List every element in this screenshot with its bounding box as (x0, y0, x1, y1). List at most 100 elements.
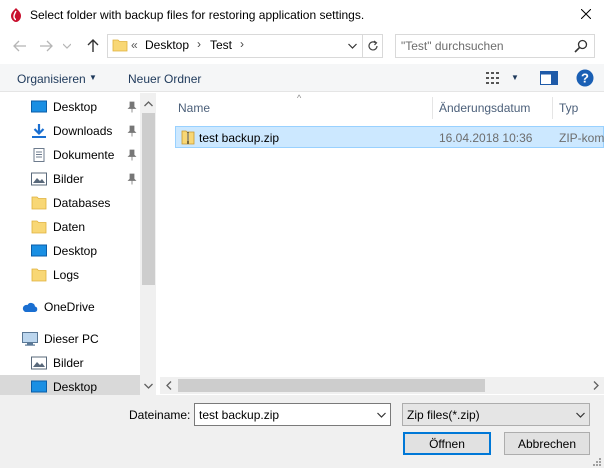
arrow-up-icon (87, 39, 99, 52)
chevron-down-icon (347, 43, 357, 49)
nav-item-pictures-quick[interactable]: Bilder (0, 167, 140, 191)
scroll-right-button[interactable] (588, 377, 604, 393)
nav-item-label: Bilder (53, 172, 84, 186)
scroll-down-button[interactable] (140, 378, 156, 394)
forward-button[interactable] (35, 35, 57, 57)
file-type-selected: Zip files(*.zip) (407, 408, 480, 422)
chevron-down-icon (63, 43, 71, 49)
cloud-icon (22, 302, 38, 312)
column-divider[interactable] (432, 97, 433, 119)
organize-menu-button[interactable]: Organisieren (17, 72, 86, 86)
pictures-icon (31, 356, 47, 370)
arrow-right-icon (40, 40, 53, 52)
address-overflow[interactable]: « (131, 38, 138, 52)
nav-item-label: Desktop (53, 100, 98, 114)
file-name: test backup.zip (199, 131, 280, 145)
nav-item-label: Downloads (53, 124, 113, 138)
computer-icon (22, 332, 38, 346)
nav-item-logs[interactable]: Logs (0, 263, 140, 287)
close-icon (581, 9, 591, 19)
back-button[interactable] (9, 35, 31, 57)
scroll-left-button[interactable] (161, 377, 177, 393)
chevron-down-icon (377, 412, 386, 418)
nav-item-onedrive[interactable]: OneDrive (0, 295, 140, 319)
nav-item-label: Logs (53, 268, 80, 282)
pin-icon[interactable] (127, 101, 137, 113)
chevron-down-icon (143, 383, 153, 389)
recent-locations-button[interactable] (60, 35, 74, 57)
navigation-pane: Desktop Downloads Dokumente Bilder Datab… (0, 93, 156, 395)
address-dropdown-button[interactable] (343, 35, 361, 57)
caret-down-icon: ▼ (89, 73, 97, 82)
file-type-dropdown-button[interactable] (572, 404, 589, 425)
nav-item-desktop-quick[interactable]: Desktop (0, 95, 140, 119)
app-logo-icon (11, 8, 21, 22)
file-list-h-scroll-thumb[interactable] (178, 379, 485, 392)
folder-icon (31, 196, 47, 210)
nav-item-pictures-pc[interactable]: Bilder (0, 351, 140, 375)
column-header-type[interactable]: Typ (559, 101, 578, 115)
sort-indicator-icon: ^ (297, 93, 302, 103)
zip-folder-icon (181, 130, 195, 145)
pin-icon[interactable] (127, 125, 137, 137)
nav-item-databases[interactable]: Databases (0, 191, 140, 215)
desktop-icon (31, 100, 47, 113)
nav-item-label: OneDrive (44, 300, 95, 314)
scroll-up-button[interactable] (140, 96, 156, 112)
column-header-name[interactable]: Name (178, 101, 210, 115)
nav-item-documents[interactable]: Dokumente (0, 143, 140, 167)
nav-item-daten[interactable]: Daten (0, 215, 140, 239)
preview-pane-icon[interactable] (540, 71, 558, 85)
address-separator[interactable]: › (197, 37, 201, 51)
close-button[interactable] (568, 0, 604, 28)
filename-dropdown-button[interactable] (373, 404, 390, 425)
arrow-left-icon (13, 40, 26, 52)
column-divider[interactable] (552, 97, 553, 119)
nav-item-label: Desktop (53, 380, 98, 394)
new-folder-button[interactable]: Neuer Ordner (128, 72, 201, 86)
column-header-date[interactable]: Änderungsdatum (439, 101, 530, 115)
file-date: 16.04.2018 10:36 (439, 131, 533, 145)
folder-icon (31, 268, 47, 282)
chevron-right-icon (593, 380, 599, 390)
address-segment-desktop[interactable]: Desktop (145, 38, 189, 52)
chevron-left-icon (166, 380, 172, 390)
view-options-icon[interactable] (486, 72, 502, 84)
nav-item-label: Dieser PC (44, 332, 99, 346)
nav-item-downloads[interactable]: Downloads (0, 119, 140, 143)
search-icon[interactable] (574, 39, 588, 53)
file-type: ZIP-komprimierter Ordner (559, 131, 604, 145)
filename-input[interactable] (194, 403, 391, 426)
up-button[interactable] (82, 35, 104, 57)
svg-text:?: ? (581, 71, 589, 86)
folder-icon (112, 39, 128, 52)
search-placeholder: "Test" durchsuchen (401, 39, 504, 53)
pin-icon[interactable] (127, 173, 137, 185)
chevron-down-icon (576, 412, 585, 418)
help-icon[interactable]: ? (576, 69, 594, 87)
chevron-up-icon (143, 101, 153, 107)
caret-down-icon[interactable]: ▼ (511, 73, 519, 82)
cancel-button[interactable]: Abbrechen (504, 432, 590, 455)
pictures-icon (31, 172, 47, 186)
nav-item-desktop-pc[interactable]: Desktop (0, 375, 140, 395)
folder-icon (31, 220, 47, 234)
nav-item-label: Dokumente (53, 148, 115, 162)
open-button[interactable]: Öffnen (403, 432, 491, 455)
nav-pane-scroll-thumb[interactable] (142, 113, 155, 285)
window-title: Select folder with backup files for rest… (30, 8, 365, 22)
address-separator[interactable]: › (240, 37, 244, 51)
resize-grip-icon[interactable] (590, 455, 602, 467)
nav-item-label: Daten (53, 220, 86, 234)
refresh-button[interactable] (362, 35, 382, 57)
nav-item-label: Databases (53, 196, 111, 210)
desktop-icon (31, 380, 47, 393)
nav-item-desktop-folder[interactable]: Desktop (0, 239, 140, 263)
pin-icon[interactable] (127, 149, 137, 161)
desktop-icon (31, 244, 47, 257)
nav-item-this-pc[interactable]: Dieser PC (0, 327, 140, 351)
nav-item-label: Bilder (53, 356, 84, 370)
address-segment-test[interactable]: Test (210, 38, 232, 52)
nav-item-label: Desktop (53, 244, 98, 258)
filename-label: Dateiname: (129, 408, 191, 422)
